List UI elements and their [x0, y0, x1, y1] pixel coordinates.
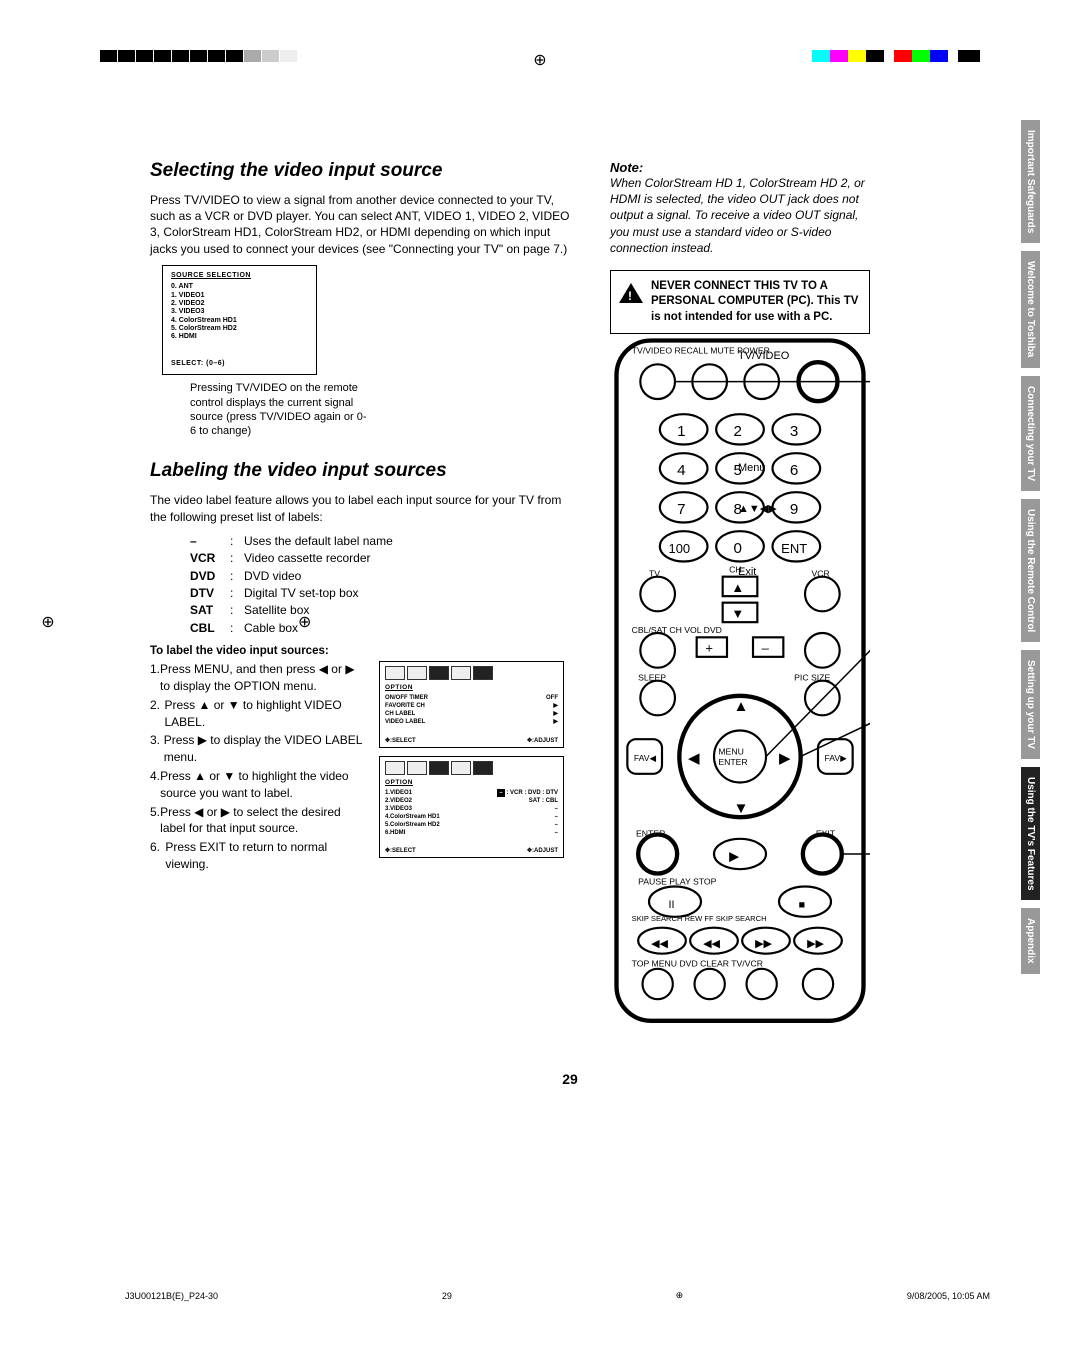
note-heading: Note:: [610, 160, 870, 175]
callout-tvvideo: TV/VIDEO: [738, 350, 789, 362]
footer-date: 9/08/2005, 10:05 AM: [907, 1291, 990, 1301]
footer-filename: J3U00121B(E)_P24-30: [125, 1291, 218, 1301]
footer-page: 29: [442, 1291, 452, 1301]
svg-text:▶: ▶: [729, 849, 739, 864]
osd-list: 0. ANT 1. VIDEO1 2. VIDEO2 3. VIDEO3 4. …: [171, 283, 308, 342]
svg-text:ENT: ENT: [781, 541, 807, 556]
osd-caption: Pressing TV/VIDEO on the remote control …: [190, 381, 370, 438]
svg-text:1: 1: [677, 423, 685, 440]
svg-text:FAV▶: FAV▶: [824, 753, 847, 763]
page-number: 29: [150, 1071, 990, 1087]
warn-line1: NEVER CONNECT THIS TV TO A PERSONAL COMP…: [651, 280, 828, 308]
svg-text:FAV◀: FAV◀: [634, 753, 657, 763]
svg-text:2: 2: [734, 423, 742, 440]
svg-text:TOP MENU DVD CLEAR TV/VCR: TOP MENU DVD CLEAR TV/VCR: [632, 959, 763, 969]
svg-text:3: 3: [790, 423, 798, 440]
svg-text:7: 7: [677, 501, 685, 518]
svg-text:100: 100: [669, 541, 691, 556]
callout-arrows: ▲▼◀▶: [738, 502, 777, 515]
svg-text:PAUSE PLAY STOP: PAUSE PLAY STOP: [638, 877, 716, 887]
steps-list: 1.Press MENU, and then press ◀ or ▶ to d…: [150, 661, 365, 875]
svg-text:▶▶: ▶▶: [755, 939, 772, 951]
svg-text:▶: ▶: [779, 750, 791, 767]
svg-text:◀◀: ◀◀: [651, 939, 668, 951]
svg-text:0: 0: [734, 540, 742, 557]
svg-text:4: 4: [677, 462, 685, 479]
svg-text:9: 9: [790, 501, 798, 518]
option-menu-osd-2: OPTION 1.VIDEO1– : VCR : DVD : DTV 2.VID…: [379, 756, 564, 859]
osd-select-prompt: SELECT: (0–6): [171, 360, 308, 368]
pc-warning-box: NEVER CONNECT THIS TV TO A PERSONAL COMP…: [610, 270, 870, 335]
remote-control-diagram: TV/VIDEO RECALL MUTE POWER 1 2 3 4 5 6 7…: [610, 334, 870, 1030]
svg-text:ENTER: ENTER: [718, 758, 747, 768]
svg-text:II: II: [669, 900, 675, 912]
section2-title: Labeling the video input sources: [150, 460, 580, 482]
svg-text:■: ■: [798, 900, 805, 912]
option-menu-osd-1: OPTION ON/OFF TIMEROFF FAVORITE CH▶ CH L…: [379, 661, 564, 747]
section2-para: The video label feature allows you to la…: [150, 492, 580, 524]
crosshair-side-icon: ⊕: [41, 612, 54, 632]
svg-text:▶▶: ▶▶: [807, 939, 824, 951]
callout-exit: Exit: [738, 566, 756, 578]
section1-title: Selecting the video input source: [150, 160, 580, 182]
svg-text:▲: ▲: [731, 580, 744, 595]
source-selection-osd: SOURCE SELECTION 0. ANT 1. VIDEO1 2. VID…: [162, 265, 317, 376]
crosshair-side-icon-right: ⊕: [298, 612, 782, 632]
osd-head: SOURCE SELECTION: [171, 272, 308, 280]
remote-illustration: TV/VIDEO RECALL MUTE POWER 1 2 3 4 5 6 7…: [610, 334, 870, 1027]
page-body: Selecting the video input source Press T…: [0, 60, 1080, 1260]
callout-menu: Menu: [738, 462, 766, 474]
svg-text:MENU: MENU: [718, 747, 744, 757]
sub-heading: To label the video input sources:: [150, 645, 580, 657]
note-body: When ColorStream HD 1, ColorStream HD 2,…: [610, 175, 870, 256]
svg-text:6: 6: [790, 462, 798, 479]
print-footer: J3U00121B(E)_P24-30 29 ⊕ 9/08/2005, 10:0…: [0, 1260, 1080, 1341]
svg-text:◀◀: ◀◀: [703, 939, 720, 951]
print-registration-marks: ⊕: [0, 0, 1080, 60]
svg-text:–: –: [762, 641, 770, 656]
warning-triangle-icon: [619, 283, 643, 303]
svg-text:▲: ▲: [734, 698, 749, 715]
svg-text:SKIP SEARCH REW FF SKIP SEA: SKIP SEARCH REW FF SKIP SEARCH: [632, 915, 767, 924]
svg-text:◀: ◀: [688, 750, 700, 767]
crosshair-bottom-icon: ⊕: [676, 1290, 684, 1301]
section1-para: Press TV/VIDEO to view a signal from ano…: [150, 192, 580, 257]
svg-text:+: +: [705, 641, 713, 656]
svg-text:▼: ▼: [734, 800, 749, 817]
